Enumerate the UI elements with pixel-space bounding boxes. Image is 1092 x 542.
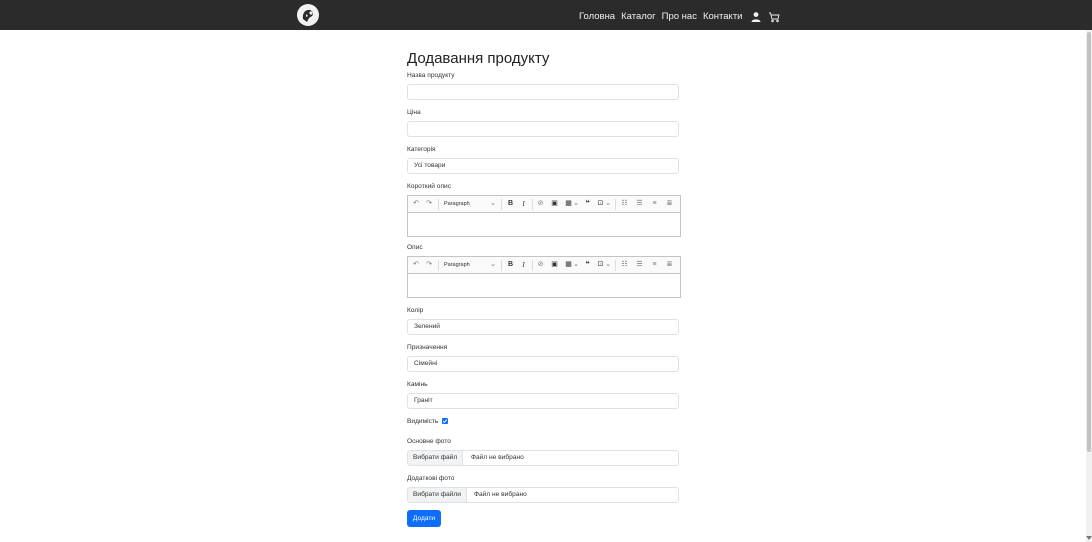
editor-toolbar: ↶ ↷ Paragraph ⌄ B I ⊘ ▣ ▦ ⌄ ❝ ⊡ ⌄ ☷ ☰ ≡ … (408, 196, 680, 213)
bold-icon[interactable]: B (506, 199, 515, 209)
description-label: Опис (407, 244, 423, 251)
extra-photos-label: Додаткові фото (407, 475, 455, 482)
redo-icon[interactable]: ↷ (425, 199, 433, 209)
media-dropdown-icon[interactable]: ⌄ (605, 260, 611, 270)
category-label: Категорія (407, 146, 436, 153)
nav-links: Головна Каталог Про нас Контакти (579, 8, 784, 24)
bold-icon[interactable]: B (506, 260, 515, 270)
scroll-down-icon[interactable] (1086, 536, 1092, 540)
color-label: Колір (407, 307, 424, 314)
visibility-label: Видимість (407, 418, 439, 425)
purpose-label: Призначення (407, 344, 448, 351)
price-input[interactable] (407, 121, 679, 137)
undo-icon[interactable]: ↶ (412, 199, 420, 209)
table-dropdown-icon[interactable]: ⌄ (573, 260, 579, 270)
table-icon[interactable]: ▦ (564, 199, 573, 209)
color-select[interactable]: Зелений (407, 319, 679, 335)
choose-files-button[interactable]: Вибрати файли (408, 488, 467, 502)
redo-icon[interactable]: ↷ (425, 260, 433, 270)
product-name-input[interactable] (407, 84, 679, 100)
stone-label: Камінь (407, 381, 428, 388)
page-title: Додавання продукту (407, 50, 550, 67)
media-embed-icon[interactable]: ⊡ (596, 260, 605, 270)
bulleted-list-icon[interactable]: ☷ (620, 260, 629, 270)
table-icon[interactable]: ▦ (564, 260, 573, 270)
short-description-content[interactable] (408, 213, 680, 236)
product-name-label: Назва продукту (407, 72, 455, 79)
short-description-editor: ↶ ↷ Paragraph ⌄ B I ⊘ ▣ ▦ ⌄ ❝ ⊡ ⌄ ☷ ☰ ≡ … (407, 195, 681, 237)
outdent-icon[interactable]: ≣ (665, 260, 674, 270)
heading-select[interactable]: Paragraph (444, 199, 484, 209)
main-photo-label: Основне фото (407, 438, 451, 445)
editor-toolbar: ↶ ↷ Paragraph ⌄ B I ⊘ ▣ ▦ ⌄ ❝ ⊡ ⌄ ☷ ☰ ≡ … (408, 257, 680, 274)
blockquote-icon[interactable]: ❝ (583, 260, 592, 270)
top-navbar: Головна Каталог Про нас Контакти (0, 0, 1092, 30)
indent-icon[interactable]: ≡ (650, 260, 659, 270)
user-icon[interactable] (750, 10, 762, 22)
undo-icon[interactable]: ↶ (412, 260, 420, 270)
italic-icon[interactable]: I (519, 260, 528, 270)
link-icon[interactable]: ⊘ (536, 199, 545, 209)
main-photo-file-input[interactable]: Вибрати файл Файл не вибрано (407, 450, 679, 466)
scrollbar-thumb[interactable] (1087, 32, 1091, 452)
extra-photos-file-input[interactable]: Вибрати файли Файл не вибрано (407, 487, 679, 503)
nav-link-home[interactable]: Головна (579, 11, 615, 22)
insert-image-icon[interactable]: ▣ (550, 260, 559, 270)
stone-select[interactable]: Граніт (407, 393, 679, 409)
italic-icon[interactable]: I (519, 199, 528, 209)
nav-link-contacts[interactable]: Контакти (703, 11, 743, 22)
page-scrollbar[interactable] (1086, 30, 1092, 542)
bulleted-list-icon[interactable]: ☷ (620, 199, 629, 209)
purpose-select[interactable]: Сімейні (407, 356, 679, 372)
numbered-list-icon[interactable]: ☰ (635, 260, 644, 270)
nav-link-catalog[interactable]: Каталог (621, 11, 656, 22)
media-embed-icon[interactable]: ⊡ (596, 199, 605, 209)
category-select[interactable]: Усі товари (407, 158, 679, 174)
chevron-down-icon[interactable]: ⌄ (489, 199, 497, 209)
media-dropdown-icon[interactable]: ⌄ (605, 199, 611, 209)
table-dropdown-icon[interactable]: ⌄ (573, 199, 579, 209)
numbered-list-icon[interactable]: ☰ (635, 199, 644, 209)
short-description-label: Короткий опис (407, 183, 452, 190)
heading-select[interactable]: Paragraph (444, 260, 484, 270)
chevron-down-icon[interactable]: ⌄ (489, 260, 497, 270)
price-label: Ціна (407, 109, 421, 116)
insert-image-icon[interactable]: ▣ (550, 199, 559, 209)
choose-file-button[interactable]: Вибрати файл (408, 451, 464, 465)
visibility-checkbox[interactable] (442, 418, 448, 424)
file-status-text: Файл не вибрано (474, 491, 527, 498)
description-editor: ↶ ↷ Paragraph ⌄ B I ⊘ ▣ ▦ ⌄ ❝ ⊡ ⌄ ☷ ☰ ≡ … (407, 256, 681, 298)
file-status-text: Файл не вибрано (471, 454, 524, 461)
blockquote-icon[interactable]: ❝ (583, 199, 592, 209)
cart-icon[interactable] (768, 10, 781, 23)
indent-icon[interactable]: ≡ (650, 199, 659, 209)
link-icon[interactable]: ⊘ (536, 260, 545, 270)
nav-link-about[interactable]: Про нас (662, 11, 697, 22)
logo-icon[interactable] (297, 4, 319, 26)
outdent-icon[interactable]: ≣ (665, 199, 674, 209)
add-product-button[interactable]: Додати (407, 510, 441, 527)
description-content[interactable] (408, 274, 680, 297)
